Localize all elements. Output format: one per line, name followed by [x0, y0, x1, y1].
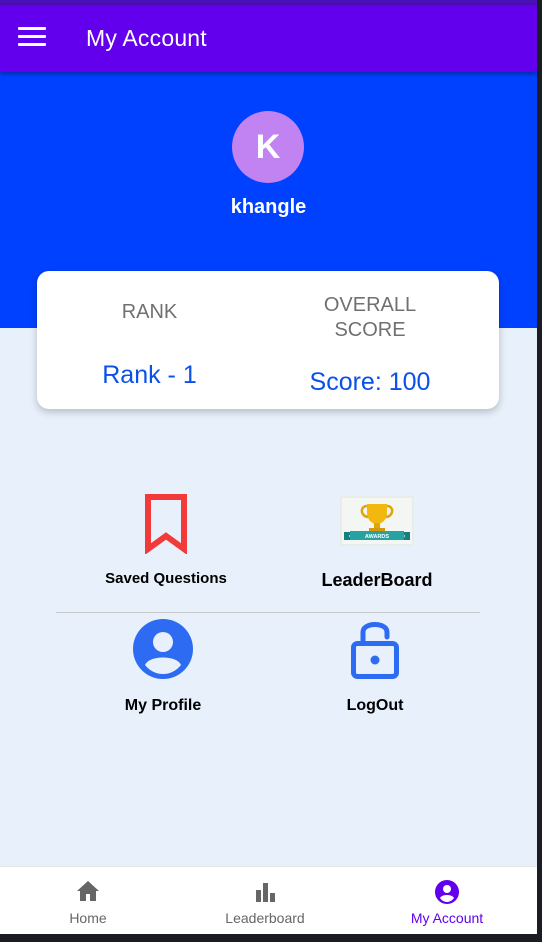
score-value: Score: 100: [309, 368, 431, 396]
hamburger-menu-icon[interactable]: [18, 27, 46, 49]
trophy-awards-icon: AWARDS: [340, 496, 414, 546]
bookmark-icon: [145, 494, 187, 554]
unlock-icon: [351, 622, 399, 679]
nav-home-label: Home: [69, 910, 107, 926]
username: khangle: [230, 196, 307, 218]
avatar: K: [232, 111, 304, 183]
nav-my-account-label: My Account: [410, 910, 484, 926]
bottom-navigation: Home Leaderboard My Account: [0, 866, 537, 934]
saved-questions-tile[interactable]: Saved Questions: [86, 490, 246, 590]
awards-ribbon-text: AWARDS: [365, 534, 389, 540]
overall-score-label-line1: OVERALL: [323, 294, 417, 316]
overall-score-label: OVERALL SCORE: [265, 293, 475, 343]
leaderboard-tile[interactable]: AWARDS LeaderBoard: [296, 490, 458, 590]
my-profile-label: My Profile: [124, 697, 202, 714]
rank-label: RANK: [121, 301, 178, 323]
nav-leaderboard-label: Leaderboard: [225, 910, 305, 926]
account-circle-icon: [133, 619, 193, 679]
rank-value: Rank - 1: [102, 361, 197, 389]
bar-chart-icon: [256, 883, 275, 902]
stats-card: RANK OVERALL SCORE Rank - 1 Score: 100: [37, 271, 499, 409]
home-icon: [77, 881, 99, 901]
account-circle-icon: [435, 880, 459, 904]
app-bar: My Account: [0, 5, 537, 72]
tiles-divider: [56, 612, 480, 613]
account-screen: My Account K khangle RANK OVERALL SCORE …: [0, 0, 537, 934]
overall-score-label-line2: SCORE: [334, 319, 406, 341]
logout-label: LogOut: [346, 697, 404, 714]
leaderboard-label: LeaderBoard: [321, 570, 433, 590]
nav-my-account[interactable]: My Account: [392, 867, 502, 934]
my-profile-tile[interactable]: My Profile: [93, 616, 233, 720]
page-title: My Account: [86, 25, 207, 51]
saved-questions-label: Saved Questions: [105, 570, 227, 587]
logout-tile[interactable]: LogOut: [320, 616, 430, 720]
nav-leaderboard[interactable]: Leaderboard: [210, 867, 320, 934]
nav-home[interactable]: Home: [38, 867, 138, 934]
